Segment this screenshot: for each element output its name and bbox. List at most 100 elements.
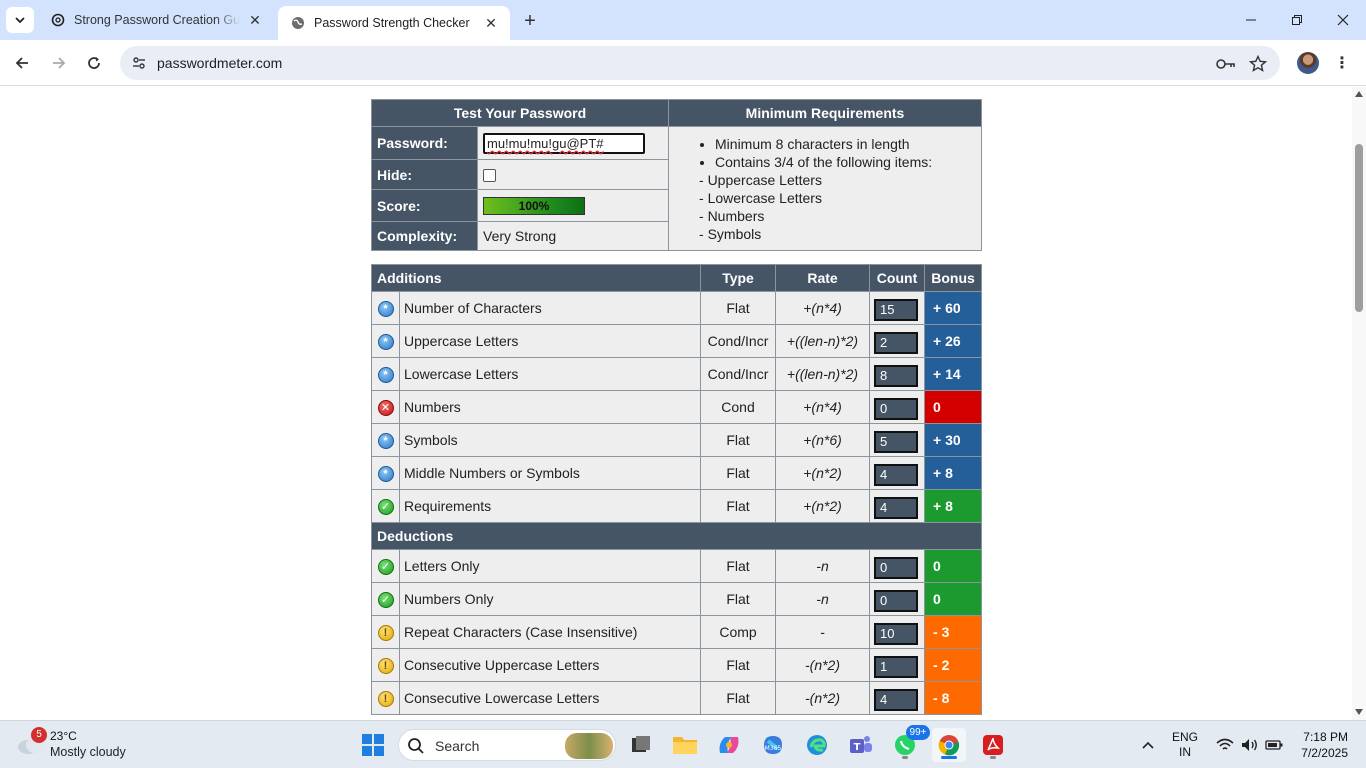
- rule-rate: +(n*4): [775, 390, 871, 424]
- profile-avatar[interactable]: [1297, 52, 1319, 74]
- network-button[interactable]: [1212, 728, 1238, 762]
- wifi-icon: [1216, 738, 1234, 750]
- edge-button[interactable]: [800, 728, 834, 762]
- m365-button[interactable]: M365: [756, 728, 790, 762]
- task-view-button[interactable]: [624, 728, 658, 762]
- table-row: * Lowercase Letters Cond/Incr +((len-n)*2) 8…: [371, 357, 983, 391]
- rule-name: Requirements: [398, 489, 702, 523]
- site-info-icon[interactable]: [130, 54, 148, 72]
- rule-bonus: 0: [924, 549, 983, 583]
- close-icon[interactable]: ✕: [246, 11, 264, 29]
- globe-icon: [290, 15, 306, 31]
- password-label: Password:: [371, 126, 478, 160]
- rule-count-cell: 0: [869, 549, 926, 583]
- password-input[interactable]: mu!mu!mu!gu@PT#: [483, 132, 645, 154]
- test-password-table: Test Your Password Minimum Requirements …: [370, 99, 983, 251]
- temperature: 23°C: [50, 729, 77, 743]
- status-icon-cell: !: [371, 681, 400, 715]
- rule-type: Flat: [700, 681, 777, 715]
- deductions-header: Deductions: [370, 522, 983, 550]
- rule-type: Flat: [700, 456, 777, 490]
- copilot-button[interactable]: [712, 728, 746, 762]
- table-row: ✓ Requirements Flat +(n*2) 4 + 8: [371, 489, 983, 523]
- additions-header: Additions: [370, 264, 702, 292]
- url-text: passwordmeter.com: [157, 55, 283, 71]
- weather-widget[interactable]: 5 23°C Mostly cloudy: [14, 727, 184, 763]
- address-bar[interactable]: passwordmeter.com: [120, 46, 1280, 80]
- scroll-down-arrow[interactable]: [1355, 709, 1363, 715]
- tab-title: Strong Password Creation Guid: [74, 13, 240, 27]
- rule-count-cell: 10: [869, 615, 926, 649]
- tab-password-strength-checker[interactable]: Password Strength Checker ✕: [278, 6, 510, 40]
- back-button[interactable]: [8, 49, 36, 77]
- close-window-button[interactable]: [1320, 0, 1366, 40]
- scrollbar-thumb[interactable]: [1355, 144, 1363, 312]
- file-explorer-button[interactable]: [668, 728, 702, 762]
- rule-count: 4: [874, 688, 919, 711]
- plus-icon: +: [524, 9, 536, 32]
- requirements-cell: Minimum 8 characters in length Contains …: [668, 126, 983, 251]
- clock-date: 7/2/2025: [1301, 746, 1348, 760]
- scroll-up-arrow[interactable]: [1355, 91, 1363, 97]
- windows-taskbar: 5 23°C Mostly cloudy Search M365 T 99+ E…: [0, 720, 1366, 768]
- volume-button[interactable]: [1237, 728, 1263, 762]
- kebab-menu-icon[interactable]: ⋮: [1332, 50, 1352, 76]
- warning-icon: !: [377, 625, 394, 642]
- minimize-button[interactable]: [1228, 0, 1274, 40]
- tab-strong-password-guide[interactable]: Strong Password Creation Guid ✕: [38, 0, 274, 40]
- battery-button[interactable]: [1261, 728, 1287, 762]
- show-hidden-icons-button[interactable]: [1133, 728, 1163, 762]
- rule-type: Cond/Incr: [700, 357, 777, 391]
- bookmark-star-icon[interactable]: [1248, 54, 1268, 74]
- svg-text:M365: M365: [765, 745, 782, 752]
- teams-button[interactable]: T: [844, 728, 878, 762]
- hide-checkbox[interactable]: [483, 168, 496, 182]
- forward-button[interactable]: [45, 49, 73, 77]
- search-placeholder: Search: [435, 738, 480, 754]
- status-icon-cell: ✓: [371, 549, 400, 583]
- table-row: * Uppercase Letters Cond/Incr +((len-n)*2) 2…: [371, 324, 983, 358]
- language-indicator[interactable]: ENG IN: [1172, 730, 1198, 760]
- system-clock[interactable]: 7:18 PM 7/2/2025: [1290, 729, 1348, 761]
- rule-rate: +(n*2): [775, 489, 871, 523]
- taskbar-search[interactable]: Search: [398, 729, 616, 761]
- close-icon[interactable]: ✕: [482, 14, 500, 32]
- rule-count: 0: [874, 556, 919, 579]
- tab-search-button[interactable]: [6, 7, 34, 33]
- password-cell: mu!mu!mu!gu@PT#: [476, 126, 670, 160]
- start-button[interactable]: [356, 728, 390, 762]
- acrobat-button[interactable]: [976, 728, 1010, 762]
- requirement-item: Contains 3/4 of the following items:: [715, 153, 981, 171]
- edge-icon: [807, 735, 827, 755]
- whatsapp-button[interactable]: 99+: [888, 725, 930, 762]
- pass-icon: ✓: [377, 499, 394, 516]
- rule-rate: +(n*6): [775, 423, 871, 457]
- rule-count: 2: [874, 331, 919, 354]
- rule-type: Flat: [700, 489, 777, 523]
- rule-type: Flat: [700, 291, 777, 325]
- status-icon-cell: *: [371, 423, 400, 457]
- new-tab-button[interactable]: +: [518, 9, 542, 33]
- password-key-icon[interactable]: [1216, 54, 1236, 74]
- reload-button[interactable]: [80, 49, 108, 77]
- rule-count-cell: 5: [869, 423, 926, 457]
- rule-count-cell: 4: [869, 681, 926, 715]
- minimum-requirements-header: Minimum Requirements: [668, 99, 983, 127]
- rule-name: Middle Numbers or Symbols: [398, 456, 702, 490]
- password-value: mu!mu!mu!gu@PT#: [487, 135, 604, 151]
- status-icon-cell: !: [371, 648, 400, 682]
- rule-type: Comp: [700, 615, 777, 649]
- rule-name: Numbers Only: [398, 582, 702, 616]
- language-code: ENG: [1172, 730, 1199, 744]
- rule-type: Flat: [700, 582, 777, 616]
- type-column-header: Type: [700, 264, 777, 292]
- pass-icon: ✓: [377, 592, 394, 609]
- restore-button[interactable]: [1274, 0, 1320, 40]
- rule-name: Uppercase Letters: [398, 324, 702, 358]
- search-highlight-image: [565, 733, 613, 759]
- table-row: ! Consecutive Lowercase Letters Flat -(n*2)…: [371, 681, 983, 715]
- reload-icon: [88, 57, 100, 69]
- chrome-button[interactable]: [932, 728, 966, 762]
- rule-type: Flat: [700, 648, 777, 682]
- page-scrollbar[interactable]: [1352, 87, 1366, 720]
